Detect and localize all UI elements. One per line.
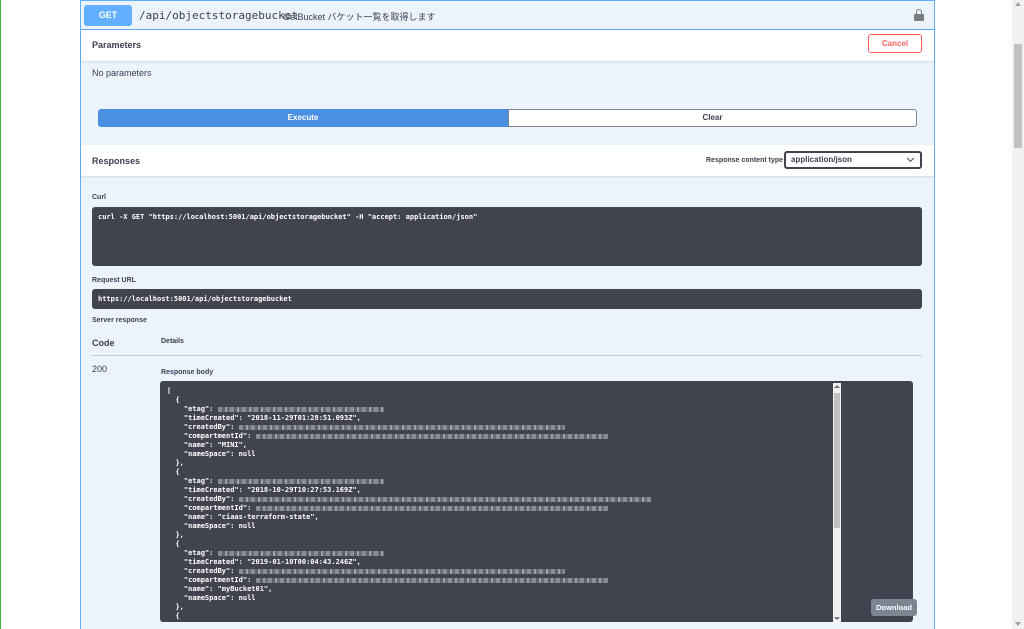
request-url-text: https://localhost:5001/api/objectstorage…	[98, 295, 292, 303]
execute-wrapper: Execute Clear	[98, 109, 917, 127]
operation-description: GetBucket バケット一覧を取得します	[283, 12, 436, 22]
redacted-value	[217, 550, 384, 556]
server-response-label: Server response	[92, 317, 147, 324]
redacted-value	[255, 577, 608, 583]
response-code: 200	[92, 364, 108, 374]
json-line: "timeCreated": "2019-01-10T00:04:43.246Z…	[183, 558, 361, 566]
scrollbar-thumb[interactable]	[834, 393, 840, 528]
table-divider	[92, 355, 922, 356]
content-type-value: application/json	[791, 155, 852, 164]
endpoint-path: /api/objectstoragebucket	[139, 9, 298, 22]
redacted-value	[255, 505, 608, 511]
json-line: "nameSpace": null	[183, 450, 256, 458]
responses-title: Responses	[92, 156, 141, 166]
response-json: [ { "etag": "timeCreated": "2018-11-29T0…	[167, 387, 651, 621]
page-scrollbar[interactable]	[1012, 0, 1024, 629]
parameters-title: Parameters	[92, 40, 142, 50]
code-column-header: Code	[92, 338, 115, 348]
json-key: "compartmentId":	[183, 504, 256, 512]
json-brace: {	[175, 396, 180, 404]
response-body[interactable]: [ { "etag": "timeCreated": "2018-11-29T0…	[160, 381, 913, 622]
json-key: "createdBy":	[183, 567, 239, 575]
json-line: "name": "MINI",	[183, 441, 248, 449]
curl-command-text: curl -X GET "https://localhost:5001/api/…	[98, 213, 478, 221]
json-line: "name": "myBucket01",	[183, 585, 273, 593]
cancel-button[interactable]: Cancel	[868, 34, 922, 53]
json-line: "timeCreated": "2018-11-29T01:28:51.093Z…	[183, 414, 361, 422]
request-url-box[interactable]: https://localhost:5001/api/objectstorage…	[92, 289, 922, 309]
json-key: "createdBy":	[183, 495, 239, 503]
parameters-header: Parameters Cancel	[81, 30, 934, 61]
execute-button[interactable]: Execute	[98, 109, 508, 127]
json-line: "timeCreated": "2018-10-29T10:27:53.169Z…	[183, 486, 361, 494]
response-body-scrollbar[interactable]	[833, 383, 841, 622]
json-key: "compartmentId":	[183, 576, 256, 584]
request-url-label: Request URL	[92, 277, 136, 284]
method-badge: GET	[84, 5, 132, 26]
json-line: "nameSpace": null	[183, 594, 256, 602]
json-bracket: [	[167, 387, 172, 395]
redacted-value	[238, 568, 565, 574]
response-body-label: Response body	[161, 369, 214, 376]
redacted-value	[217, 406, 384, 412]
scroll-up-icon[interactable]	[1015, 2, 1021, 6]
scroll-down-icon[interactable]	[1015, 622, 1021, 626]
json-key: "etag":	[183, 549, 218, 557]
json-brace: },	[175, 531, 184, 539]
responses-header: Responses Response content type applicat…	[81, 145, 934, 176]
scroll-up-icon[interactable]	[834, 385, 840, 388]
redacted-value	[238, 496, 651, 502]
details-column-header: Details	[161, 338, 184, 345]
json-key: "compartmentId":	[183, 432, 256, 440]
json-brace: {	[175, 468, 180, 476]
json-brace: {	[175, 540, 180, 548]
redacted-value	[217, 478, 384, 484]
redacted-value	[238, 424, 565, 430]
curl-command[interactable]: curl -X GET "https://localhost:5001/api/…	[92, 207, 922, 266]
json-key: "createdBy":	[183, 423, 239, 431]
lock-icon[interactable]	[914, 9, 924, 21]
content-type-select[interactable]: application/json	[784, 151, 922, 169]
operation-block: GET /api/objectstoragebucket GetBucket バ…	[80, 0, 935, 629]
json-line: "nameSpace": null	[183, 522, 256, 530]
clear-button[interactable]: Clear	[508, 109, 917, 127]
chevron-down-icon	[906, 154, 915, 163]
download-button[interactable]: Download	[871, 599, 917, 616]
scrollbar-thumb[interactable]	[1014, 44, 1022, 148]
content-type-label: Response content type	[706, 157, 784, 164]
scroll-down-icon[interactable]	[834, 617, 840, 620]
no-parameters-text: No parameters	[92, 68, 152, 78]
operation-summary[interactable]: GET /api/objectstoragebucket GetBucket バ…	[81, 0, 934, 30]
json-brace: },	[175, 603, 184, 611]
json-key: "etag":	[183, 477, 218, 485]
json-line: "name": "ciaas-terraform-state",	[183, 513, 319, 521]
json-key: "etag":	[183, 405, 218, 413]
json-brace: },	[175, 459, 184, 467]
curl-label: Curl	[92, 194, 106, 201]
redacted-value	[255, 433, 608, 439]
json-brace: {	[175, 612, 180, 620]
